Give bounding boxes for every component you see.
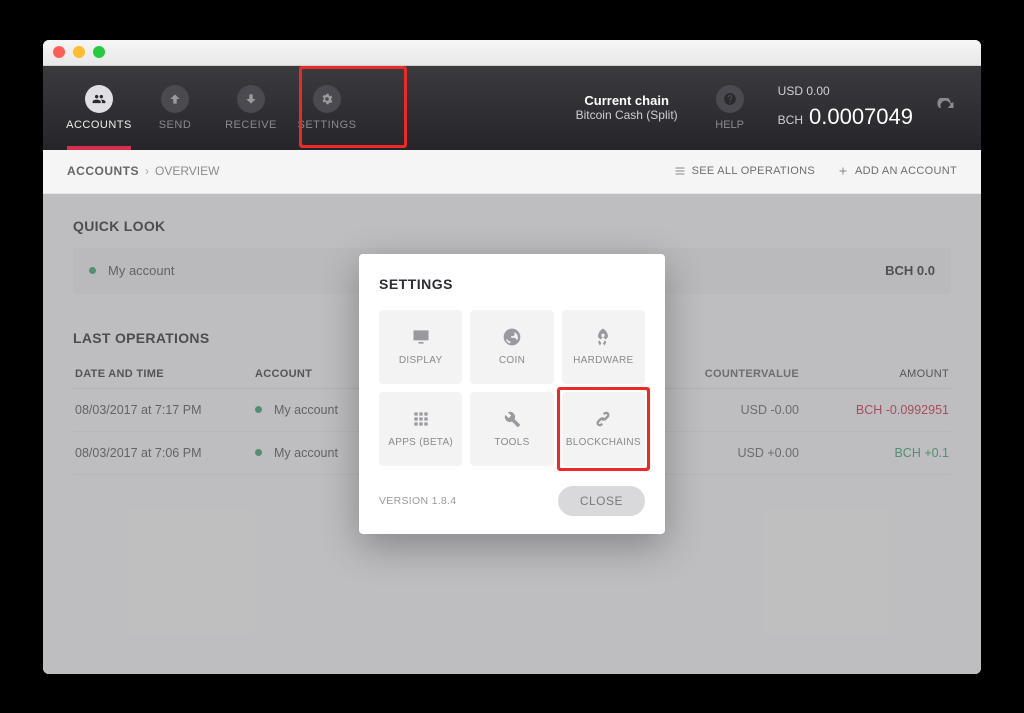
tile-tools[interactable]: TOOLS	[470, 392, 553, 466]
nav-label: SEND	[159, 119, 192, 131]
nav-accounts[interactable]: ACCOUNTS	[61, 66, 137, 150]
tile-apps[interactable]: APPS (BETA)	[379, 392, 462, 466]
nav-help[interactable]: HELP	[700, 85, 760, 131]
see-all-label: SEE ALL OPERATIONS	[692, 165, 815, 177]
nav-label: SETTINGS	[297, 119, 356, 131]
settings-tiles: DISPLAY COIN HARDWARE APPS (BETA)	[379, 310, 645, 466]
globe-icon	[502, 327, 522, 347]
tile-label: HARDWARE	[573, 355, 633, 366]
tile-label: DISPLAY	[399, 355, 443, 366]
tile-hardware[interactable]: HARDWARE	[562, 310, 645, 384]
arrow-down-icon	[237, 85, 265, 113]
refresh-icon	[936, 98, 956, 118]
main-content: QUICK LOOK My account BCH 0.0 LAST OPERA…	[43, 194, 981, 674]
window-titlebar	[43, 40, 981, 66]
wrench-icon	[502, 409, 522, 429]
nav-label: HELP	[715, 119, 744, 131]
window-zoom-icon[interactable]	[93, 46, 105, 58]
nav-receive[interactable]: RECEIVE	[213, 66, 289, 150]
gear-icon	[313, 85, 341, 113]
settings-modal: SETTINGS DISPLAY COIN HARDWARE	[359, 254, 665, 534]
bch-label: BCH	[778, 113, 803, 127]
tile-blockchains[interactable]: BLOCKCHAINS	[562, 392, 645, 466]
balance-panel: USD 0.00 BCH 0.0007049	[768, 82, 923, 133]
current-chain: Current chain Bitcoin Cash (Split)	[562, 93, 692, 122]
plus-icon	[837, 165, 849, 177]
tile-label: COIN	[499, 355, 525, 366]
chain-icon	[593, 409, 613, 429]
nav-label: ACCOUNTS	[66, 119, 132, 131]
see-all-operations[interactable]: SEE ALL OPERATIONS	[674, 165, 815, 177]
tile-label: BLOCKCHAINS	[566, 437, 641, 448]
add-account-label: ADD AN ACCOUNT	[855, 165, 957, 177]
app-window: ACCOUNTS SEND RECEIVE SETTINGS Current c…	[43, 40, 981, 674]
close-button[interactable]: CLOSE	[558, 486, 645, 516]
nav-settings[interactable]: SETTINGS	[289, 66, 365, 150]
usd-label: USD	[778, 84, 803, 98]
list-icon	[674, 165, 686, 177]
window-close-icon[interactable]	[53, 46, 65, 58]
breadcrumb-leaf: OVERVIEW	[155, 164, 219, 178]
monitor-icon	[411, 327, 431, 347]
version-label: VERSION 1.8.4	[379, 495, 456, 507]
chain-title: Current chain	[576, 93, 678, 108]
nav-list: ACCOUNTS SEND RECEIVE SETTINGS	[61, 66, 365, 150]
breadcrumb-separator: ›	[145, 164, 149, 178]
modal-title: SETTINGS	[379, 276, 645, 292]
arrow-up-icon	[161, 85, 189, 113]
modal-footer: VERSION 1.8.4 CLOSE	[379, 486, 645, 516]
nav-label: RECEIVE	[225, 119, 277, 131]
question-icon	[716, 85, 744, 113]
tile-label: TOOLS	[494, 437, 529, 448]
tile-coin[interactable]: COIN	[470, 310, 553, 384]
tile-label: APPS (BETA)	[388, 437, 453, 448]
nav-send[interactable]: SEND	[137, 66, 213, 150]
grid-icon	[411, 409, 431, 429]
window-minimize-icon[interactable]	[73, 46, 85, 58]
chain-name: Bitcoin Cash (Split)	[576, 108, 678, 122]
breadcrumb-root[interactable]: ACCOUNTS	[67, 164, 139, 178]
breadcrumb-bar: ACCOUNTS › OVERVIEW SEE ALL OPERATIONS A…	[43, 150, 981, 194]
users-icon	[85, 85, 113, 113]
rocket-icon	[593, 327, 613, 347]
modal-overlay[interactable]: SETTINGS DISPLAY COIN HARDWARE	[43, 194, 981, 674]
tile-display[interactable]: DISPLAY	[379, 310, 462, 384]
refresh-button[interactable]	[929, 91, 963, 125]
bch-value: 0.0007049	[809, 104, 913, 129]
usd-value: 0.00	[806, 84, 829, 98]
add-account[interactable]: ADD AN ACCOUNT	[837, 165, 957, 177]
top-nav: ACCOUNTS SEND RECEIVE SETTINGS Current c…	[43, 66, 981, 150]
